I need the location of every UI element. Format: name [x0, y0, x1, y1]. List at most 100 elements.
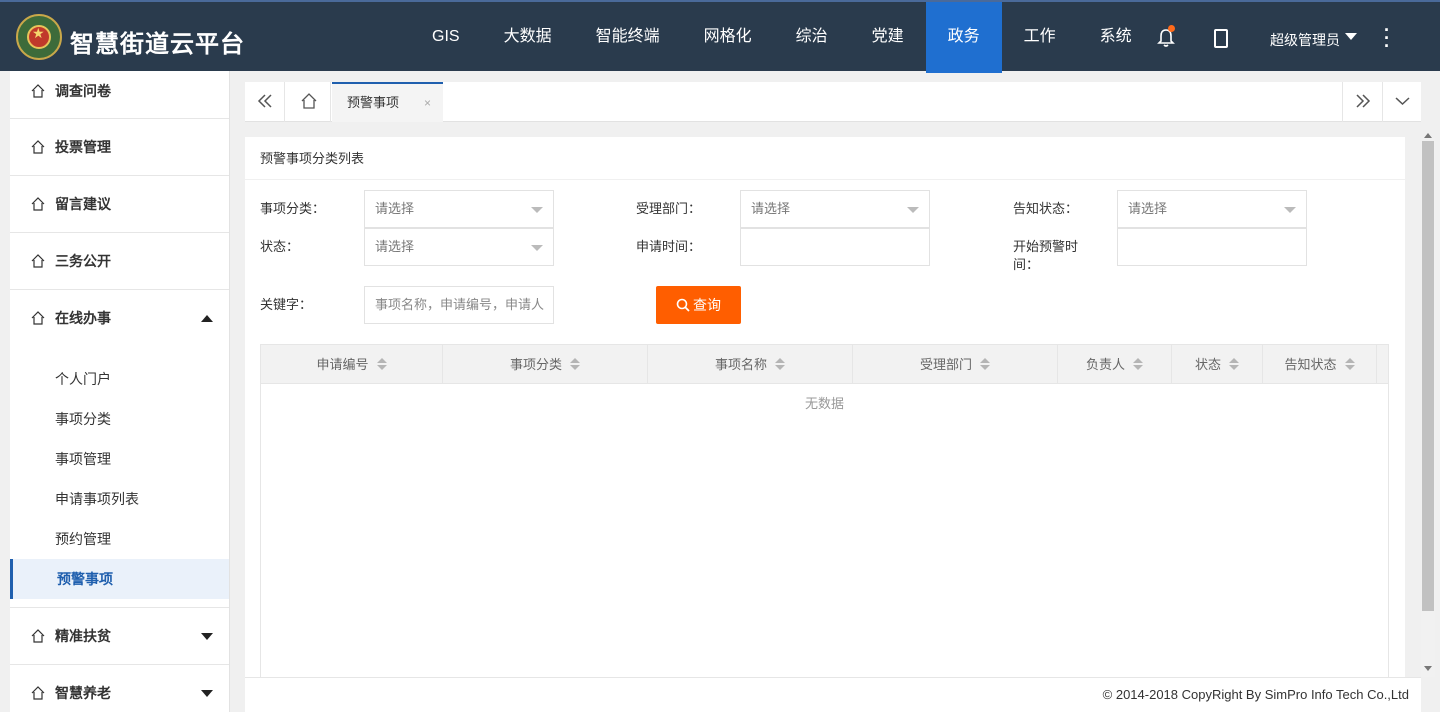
close-icon[interactable]: ×: [424, 84, 431, 122]
nav-big-data[interactable]: 大数据: [482, 2, 574, 73]
nav-government[interactable]: 政务: [925, 2, 1002, 73]
warn-time-label-line1: 开始预警时: [1013, 239, 1079, 254]
sidebar-subitem-warnings[interactable]: 预警事项: [10, 559, 229, 599]
notify-status-select[interactable]: 请选择: [1117, 190, 1307, 228]
category-label: 事项分类：: [260, 201, 326, 216]
sidebar: 调查问卷 投票管理 留言建议 三务公开 在线办事 个人门户 事项分类 事项管理 …: [10, 71, 230, 712]
scrollbar-thumb[interactable]: [1422, 141, 1434, 611]
tab-scroll-left-button[interactable]: [245, 82, 285, 122]
sidebar-item-survey[interactable]: 调查问卷: [10, 71, 229, 119]
status-select-value: 请选择: [375, 239, 415, 254]
department-select[interactable]: 请选择: [740, 190, 930, 228]
sidebar-subitem-portal[interactable]: 个人门户: [10, 359, 229, 399]
category-select-value: 请选择: [375, 201, 415, 216]
warn-time-label: 开始预警时 间：: [1013, 238, 1078, 274]
dropdown-arrow-icon: [907, 207, 919, 213]
query-button[interactable]: 查询: [656, 286, 741, 324]
chevron-down-icon: [1395, 97, 1410, 106]
keyword-input[interactable]: 事项名称，申请编号，申请人: [364, 286, 554, 324]
notify-status-label: 告知状态：: [1013, 201, 1079, 216]
sort-icon[interactable]: [1133, 358, 1143, 370]
nav-smart-terminal[interactable]: 智能终端: [574, 2, 682, 73]
sidebar-item-elderly-care[interactable]: 智慧养老: [10, 665, 229, 712]
column-label: 告知状态: [1284, 357, 1337, 372]
column-label: 申请编号: [316, 357, 369, 372]
nav-work[interactable]: 工作: [1002, 2, 1078, 73]
nav-grid[interactable]: 网格化: [682, 2, 774, 73]
sidebar-item-label: 留言建议: [55, 196, 111, 212]
caret-down-icon[interactable]: [1345, 33, 1357, 40]
panel-title: 预警事项分类列表: [245, 137, 1405, 180]
caret-up-icon: [201, 315, 213, 322]
content-panel: 预警事项分类列表 事项分类： 请选择 受理部门： 请选择 告知状态： 请选择 状…: [245, 137, 1405, 684]
warn-time-label-line2: 间：: [1013, 257, 1040, 272]
search-icon: [676, 298, 690, 312]
column-header-status[interactable]: 状态: [1172, 345, 1263, 384]
dropdown-arrow-icon: [531, 245, 543, 251]
column-header-application-no[interactable]: 申请编号: [261, 345, 443, 384]
nav-gis[interactable]: GIS: [410, 2, 482, 73]
apply-time-label: 申请时间：: [636, 239, 702, 254]
main-nav: GIS 大数据 智能终端 网格化 综治 党建 政务 工作 系统: [410, 2, 1154, 73]
tab-warnings[interactable]: 预警事项 ×: [332, 82, 443, 122]
home-outline-icon: [31, 84, 45, 98]
apply-time-input[interactable]: [740, 228, 930, 266]
phone-icon[interactable]: [1214, 29, 1228, 48]
sidebar-subitem-management[interactable]: 事项管理: [10, 439, 229, 479]
sort-icon[interactable]: [376, 358, 387, 370]
sidebar-item-public-affairs[interactable]: 三务公开: [10, 233, 229, 290]
nav-system[interactable]: 系统: [1078, 2, 1154, 73]
tab-home[interactable]: [287, 82, 331, 122]
double-chevron-left-icon: [257, 94, 272, 108]
column-label: 受理部门: [919, 357, 972, 372]
column-header-department[interactable]: 受理部门: [853, 345, 1058, 384]
home-outline-icon: [31, 311, 45, 325]
sort-icon[interactable]: [570, 358, 580, 370]
sidebar-item-label: 调查问卷: [55, 83, 111, 99]
home-outline-icon: [31, 197, 45, 211]
notify-status-select-value: 请选择: [1128, 201, 1168, 216]
sort-icon[interactable]: [1344, 358, 1355, 370]
brand-title: 智慧街道云平台: [70, 31, 245, 58]
emblem-logo: ★: [16, 14, 62, 60]
warn-time-input[interactable]: [1117, 228, 1307, 266]
scroll-down-arrow-icon[interactable]: [1424, 666, 1432, 671]
home-outline-icon: [31, 140, 45, 154]
user-menu[interactable]: 超级管理员: [1270, 30, 1340, 50]
dropdown-arrow-icon: [1284, 207, 1296, 213]
column-label: 负责人: [1085, 357, 1125, 372]
status-select[interactable]: 请选择: [364, 228, 554, 266]
tab-menu-button[interactable]: [1382, 82, 1421, 122]
column-header-owner[interactable]: 负责人: [1058, 345, 1172, 384]
sidebar-submenu: 个人门户 事项分类 事项管理 申请事项列表 预约管理 预警事项: [10, 347, 229, 608]
home-outline-icon: [301, 93, 317, 109]
sidebar-subitem-categories[interactable]: 事项分类: [10, 399, 229, 439]
dropdown-arrow-icon: [531, 207, 543, 213]
sort-icon[interactable]: [775, 358, 785, 370]
bell-icon[interactable]: [1157, 25, 1175, 48]
category-select[interactable]: 请选择: [364, 190, 554, 228]
sidebar-subitem-appointments[interactable]: 预约管理: [10, 519, 229, 559]
column-header-notify-status[interactable]: 告知状态: [1263, 345, 1377, 384]
nav-comprehensive[interactable]: 综治: [774, 2, 850, 73]
home-outline-icon: [31, 686, 45, 700]
column-header-item-name[interactable]: 事项名称: [648, 345, 853, 384]
sidebar-subitem-applications[interactable]: 申请事项列表: [10, 479, 229, 519]
scroll-up-arrow-icon[interactable]: [1424, 133, 1432, 138]
tab-label: 预警事项: [347, 95, 400, 110]
sidebar-item-voting[interactable]: 投票管理: [10, 119, 229, 176]
department-select-value: 请选择: [751, 201, 791, 216]
tab-scroll-right-button[interactable]: [1342, 82, 1382, 122]
sidebar-item-online-services[interactable]: 在线办事: [10, 290, 229, 347]
home-outline-icon: [31, 629, 45, 643]
sort-icon[interactable]: [1229, 358, 1239, 370]
nav-party[interactable]: 党建: [850, 2, 926, 73]
page-scrollbar[interactable]: [1421, 133, 1435, 677]
sidebar-item-suggestions[interactable]: 留言建议: [10, 176, 229, 233]
column-label: 事项分类: [509, 357, 562, 372]
column-header-category[interactable]: 事项分类: [443, 345, 648, 384]
sort-icon[interactable]: [980, 358, 990, 370]
footer-copyright: © 2014-2018 CopyRight By SimPro Info Tec…: [245, 677, 1421, 712]
more-vertical-icon[interactable]: · · ·: [1383, 21, 1391, 55]
sidebar-item-poverty-relief[interactable]: 精准扶贫: [10, 608, 229, 665]
